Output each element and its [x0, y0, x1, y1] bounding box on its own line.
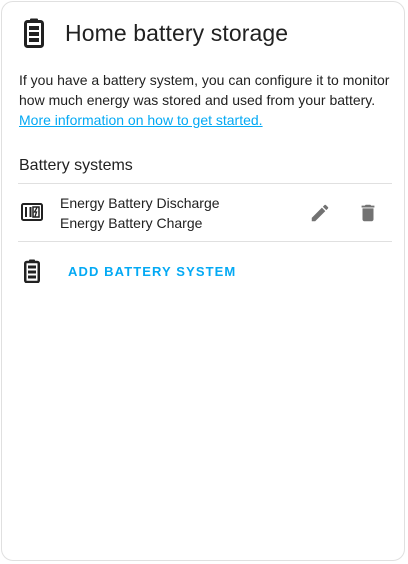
more-info-link[interactable]: More information on how to get started.	[19, 110, 394, 130]
description: If you have a battery system, you can co…	[19, 70, 394, 130]
battery-system-labels: Energy Battery Discharge Energy Battery …	[60, 193, 220, 233]
divider	[18, 183, 392, 184]
edit-button[interactable]	[306, 199, 334, 227]
pencil-icon	[311, 204, 329, 222]
battery-icon	[22, 16, 46, 50]
battery-icon	[24, 259, 40, 284]
add-battery-row: ADD BATTERY SYSTEM	[18, 254, 392, 288]
battery-system-row: Energy Battery Discharge Energy Battery …	[18, 185, 392, 242]
battery-storage-card: Home battery storage If you have a batte…	[1, 1, 405, 561]
battery-systems-heading: Battery systems	[19, 157, 133, 174]
page-title: Home battery storage	[65, 19, 289, 46]
description-text: If you have a battery system, you can co…	[19, 72, 390, 108]
add-battery-system-button[interactable]: ADD BATTERY SYSTEM	[58, 256, 246, 286]
delete-button[interactable]	[354, 199, 382, 227]
card-header: Home battery storage	[22, 16, 288, 50]
charge-label: Energy Battery Charge	[60, 215, 203, 231]
divider	[18, 241, 392, 242]
battery-charging-icon	[21, 201, 43, 223]
discharge-label: Energy Battery Discharge	[60, 195, 220, 211]
trash-icon	[361, 204, 375, 222]
